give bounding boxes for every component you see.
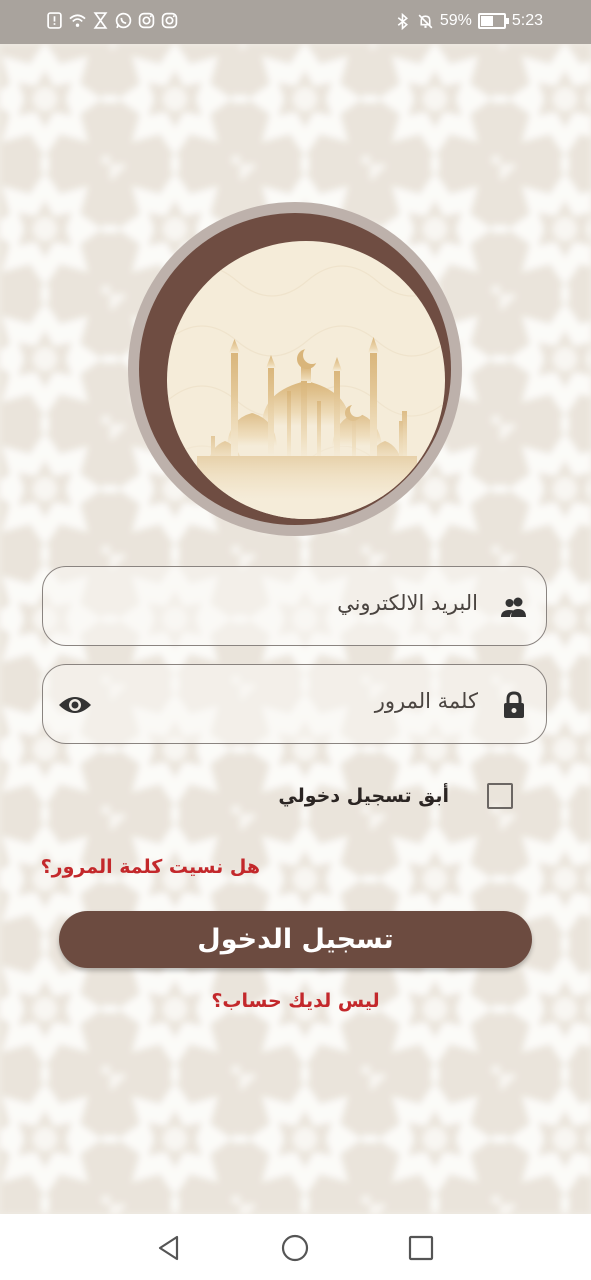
show-password-eye-icon[interactable] [57, 689, 93, 721]
remember-me-row[interactable]: أبق تسجيل دخولي [278, 783, 513, 809]
emblem-ring [139, 213, 451, 525]
status-bar: 59% 5:23 [0, 0, 591, 44]
email-placeholder: البريد الالكتروني [337, 591, 478, 615]
mute-icon [418, 14, 433, 28]
battery-icon [477, 13, 509, 29]
password-placeholder: كلمة المرور [374, 689, 478, 713]
mosque-emblem [128, 202, 462, 536]
mosque-silhouette-image [167, 241, 445, 519]
alert-icon [47, 12, 62, 29]
remember-me-label: أبق تسجيل دخولي [278, 785, 449, 807]
emblem-inner [167, 241, 445, 519]
whatsapp-icon [115, 12, 132, 29]
status-left-icons [46, 12, 178, 29]
system-navigation-bar [0, 1214, 591, 1280]
people-icon [501, 597, 526, 617]
forgot-password-link[interactable]: هل نسيت كلمة المرور؟ [41, 856, 260, 878]
battery-fill [480, 16, 493, 26]
status-right-icons: 59% 5:23 [394, 12, 543, 30]
clock: 5:23 [511, 12, 543, 29]
password-field[interactable]: كلمة المرور [42, 664, 547, 744]
recents-square-icon[interactable] [407, 1234, 435, 1262]
instagram-icon [161, 12, 178, 29]
lock-icon [504, 691, 524, 718]
hourglass-icon [93, 12, 108, 29]
battery-percent: 59% [439, 12, 472, 29]
remember-me-checkbox[interactable] [487, 783, 513, 809]
signup-link[interactable]: ليس لديك حساب؟ [0, 990, 591, 1012]
email-field[interactable]: البريد الالكتروني [42, 566, 547, 646]
bluetooth-icon [397, 12, 408, 30]
back-triangle-icon[interactable] [155, 1234, 183, 1262]
home-circle-icon[interactable] [281, 1234, 309, 1262]
instagram-icon [138, 12, 155, 29]
wifi-icon [69, 14, 86, 27]
login-button[interactable]: تسجيل الدخول [59, 911, 532, 968]
